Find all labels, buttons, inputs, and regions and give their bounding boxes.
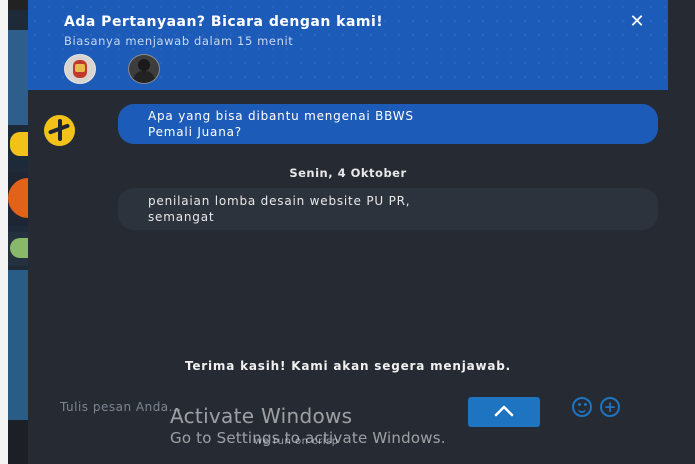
scroll-up-button[interactable] [468, 397, 540, 427]
bot-avatar [44, 115, 75, 146]
chat-widget: Ada Pertanyaan? Bicara dengan kami! Bias… [28, 0, 695, 464]
message-input[interactable] [58, 394, 362, 420]
emoji-icon[interactable] [572, 397, 592, 417]
header-subtitle: Biasanya menjawab dalam 15 menit [64, 34, 294, 48]
agent-avatar [64, 54, 96, 84]
close-button[interactable]: ✕ [626, 11, 648, 33]
brand-footer: we run on crisp [254, 436, 339, 447]
header-title: Ada Pertanyaan? Bicara dengan kami! [64, 14, 384, 30]
agent-message-bubble: Apa yang bisa dibantu mengenai BBWS Pema… [118, 104, 658, 144]
background-page-strip [0, 0, 28, 464]
user-message-bubble: penilaian lomba desain website PU PR, se… [118, 188, 658, 230]
chat-header: Ada Pertanyaan? Bicara dengan kami! Bias… [28, 0, 668, 90]
date-separator: Senin, 4 Oktober [289, 166, 407, 180]
chevron-up-icon [494, 405, 514, 417]
agent-avatar [128, 54, 160, 84]
reply-notice: Terima kasih! Kami akan segera menjawab. [184, 359, 512, 373]
plus-icon[interactable]: + [600, 397, 620, 417]
message-composer: + [28, 392, 668, 427]
